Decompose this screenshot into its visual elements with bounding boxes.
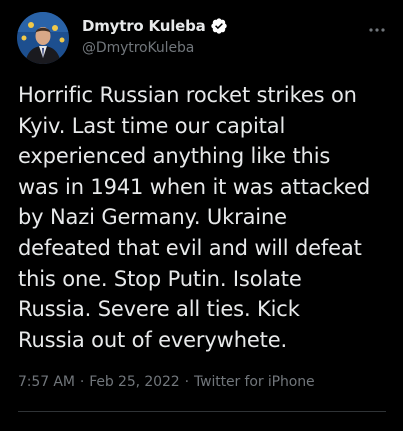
meta-separator: · — [184, 374, 189, 390]
tweet-text: Horrific Russian rocket strikes on Kyiv.… — [18, 83, 371, 352]
tweet-time[interactable]: 7:57 AM — [18, 374, 75, 390]
author-name-row: Dmytro Kuleba — [82, 17, 228, 35]
tweet-meta: 7:57 AM · Feb 25, 2022 · Twitter for iPh… — [18, 374, 315, 390]
tweet-card: Dmytro Kuleba @DmytroKuleba Horrific Rus… — [0, 0, 403, 431]
verified-badge-icon — [210, 17, 228, 35]
author-handle[interactable]: @DmytroKuleba — [82, 40, 194, 56]
more-options-icon[interactable] — [368, 20, 386, 32]
tweet-date[interactable]: Feb 25, 2022 — [89, 374, 179, 390]
meta-separator: · — [79, 374, 85, 390]
author-display-name[interactable]: Dmytro Kuleba — [82, 17, 206, 35]
divider — [18, 411, 386, 412]
avatar-image — [17, 12, 69, 64]
tweet-source[interactable]: Twitter for iPhone — [194, 374, 315, 390]
author-avatar[interactable] — [17, 12, 69, 64]
